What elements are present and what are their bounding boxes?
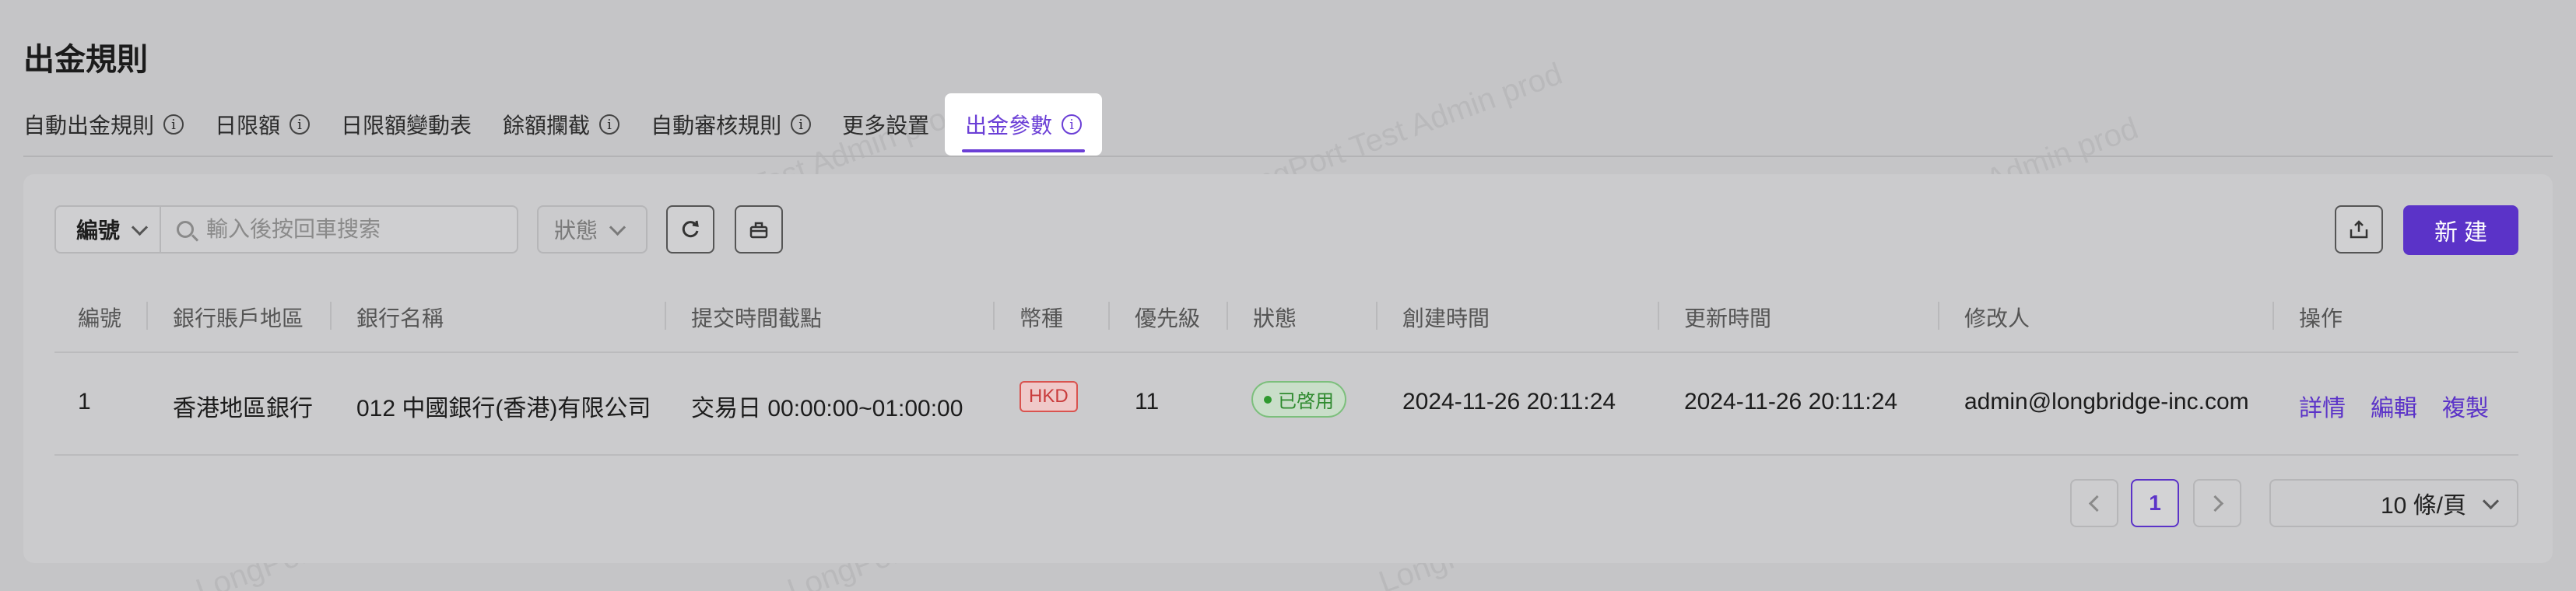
column-divider	[330, 302, 332, 330]
cell-region: 香港地區銀行	[173, 396, 313, 421]
page-title: 出金規則	[23, 43, 148, 77]
export-button[interactable]	[2335, 205, 2383, 254]
tab-label: 日限額	[215, 114, 281, 138]
next-page-button[interactable]	[2193, 479, 2241, 527]
details-link[interactable]: 詳情	[2299, 389, 2346, 423]
status-select[interactable]: 狀態	[537, 205, 648, 254]
broom-icon	[749, 222, 768, 239]
info-icon[interactable]: i	[290, 114, 311, 135]
tab-auto-review-rules[interactable]: 自動審核規則 i	[651, 93, 812, 156]
tab-bar: 自動出金規則 i 日限額 i 日限額變動表 餘額攔截 i 自動審核規則 i 更多…	[23, 93, 1133, 156]
prev-page-button[interactable]	[2070, 479, 2118, 527]
page-number-button[interactable]: 1	[2131, 479, 2179, 527]
column-divider	[1108, 302, 1110, 330]
new-button[interactable]: 新建	[2403, 205, 2518, 255]
field-select-value: 編號	[76, 219, 121, 243]
info-icon[interactable]: i	[791, 114, 812, 135]
tab-label: 日限額變動表	[341, 114, 472, 138]
column-divider	[1658, 302, 1659, 330]
column-header: 操作	[2299, 306, 2343, 330]
column-divider	[146, 302, 148, 330]
tabs-divider	[23, 156, 2553, 157]
cell-cutoff: 交易日 00:00:00~01:00:00	[691, 396, 963, 421]
chevron-right-icon	[2206, 495, 2223, 512]
tab-label: 自動審核規則	[651, 114, 782, 138]
column-divider	[1227, 302, 1228, 330]
status-label: 已啓用	[1278, 391, 1334, 412]
info-icon[interactable]: i	[1062, 114, 1083, 135]
refresh-button[interactable]	[666, 205, 714, 254]
page-size-select[interactable]: 10 條/頁	[2269, 479, 2518, 527]
edit-link[interactable]: 編輯	[2371, 389, 2417, 423]
currency-tag: HKD	[1020, 381, 1078, 412]
status-select-placeholder: 狀態	[554, 219, 598, 243]
cell-created: 2024-11-26 20:11:24	[1402, 389, 1616, 414]
tab-daily-limit-changes[interactable]: 日限額變動表	[341, 93, 472, 156]
copy-link[interactable]: 複製	[2442, 389, 2489, 423]
search-input[interactable]	[205, 216, 504, 243]
status-badge: 已啓用	[1251, 381, 1346, 418]
column-header: 創建時間	[1402, 306, 1490, 330]
column-divider	[993, 302, 995, 330]
refresh-icon	[682, 220, 699, 238]
column-header: 修改人	[1964, 306, 2030, 330]
table-row-divider	[54, 454, 2518, 456]
chevron-down-icon	[131, 219, 149, 236]
column-header: 更新時間	[1684, 306, 1772, 330]
column-header: 優先級	[1135, 306, 1201, 330]
page-size-value: 10 條/頁	[2380, 493, 2466, 519]
column-divider	[2272, 302, 2274, 330]
info-icon[interactable]: i	[163, 114, 184, 135]
cell-bank: 012 中國銀行(香港)有限公司	[356, 396, 651, 421]
tab-more-settings[interactable]: 更多設置	[842, 93, 929, 156]
cell-priority: 11	[1135, 389, 1160, 414]
tab-balance-interception[interactable]: 餘額攔截 i	[503, 93, 620, 156]
tab-auto-withdraw-rules[interactable]: 自動出金規則 i	[23, 93, 184, 156]
tab-label: 餘額攔截	[503, 114, 591, 138]
column-divider	[1376, 302, 1377, 330]
cell-id: 1	[78, 389, 91, 414]
column-header: 編號	[78, 306, 122, 330]
column-header: 幣種	[1020, 306, 1064, 330]
column-header: 銀行名稱	[356, 306, 444, 330]
field-select[interactable]: 編號	[56, 207, 162, 252]
chevron-left-icon	[2088, 495, 2105, 512]
column-header: 狀態	[1253, 306, 1297, 330]
column-header: 提交時間截點	[691, 306, 823, 330]
tab-label: 出金參數	[965, 114, 1053, 138]
tab-daily-limit[interactable]: 日限額 i	[215, 93, 311, 156]
tab-label: 更多設置	[842, 114, 930, 138]
cell-modifier: admin@longbridge-inc.com	[1964, 389, 2249, 414]
clear-filter-button[interactable]	[735, 205, 783, 254]
tab-label: 自動出金規則	[23, 114, 155, 138]
table-header-divider	[54, 351, 2518, 353]
status-dot	[1264, 395, 1272, 404]
chevron-down-icon	[2482, 492, 2500, 509]
column-header: 銀行賬戶地區	[173, 306, 304, 330]
column-divider	[665, 302, 666, 330]
chevron-down-icon	[609, 219, 626, 236]
cell-updated: 2024-11-26 20:11:24	[1684, 389, 1898, 414]
search-filter: 編號	[54, 205, 518, 254]
export-icon	[2350, 220, 2368, 239]
tab-withdraw-params[interactable]: 出金參數 i	[945, 93, 1103, 156]
search-icon	[177, 221, 195, 238]
info-icon[interactable]: i	[599, 114, 620, 135]
column-divider	[1938, 302, 1939, 330]
